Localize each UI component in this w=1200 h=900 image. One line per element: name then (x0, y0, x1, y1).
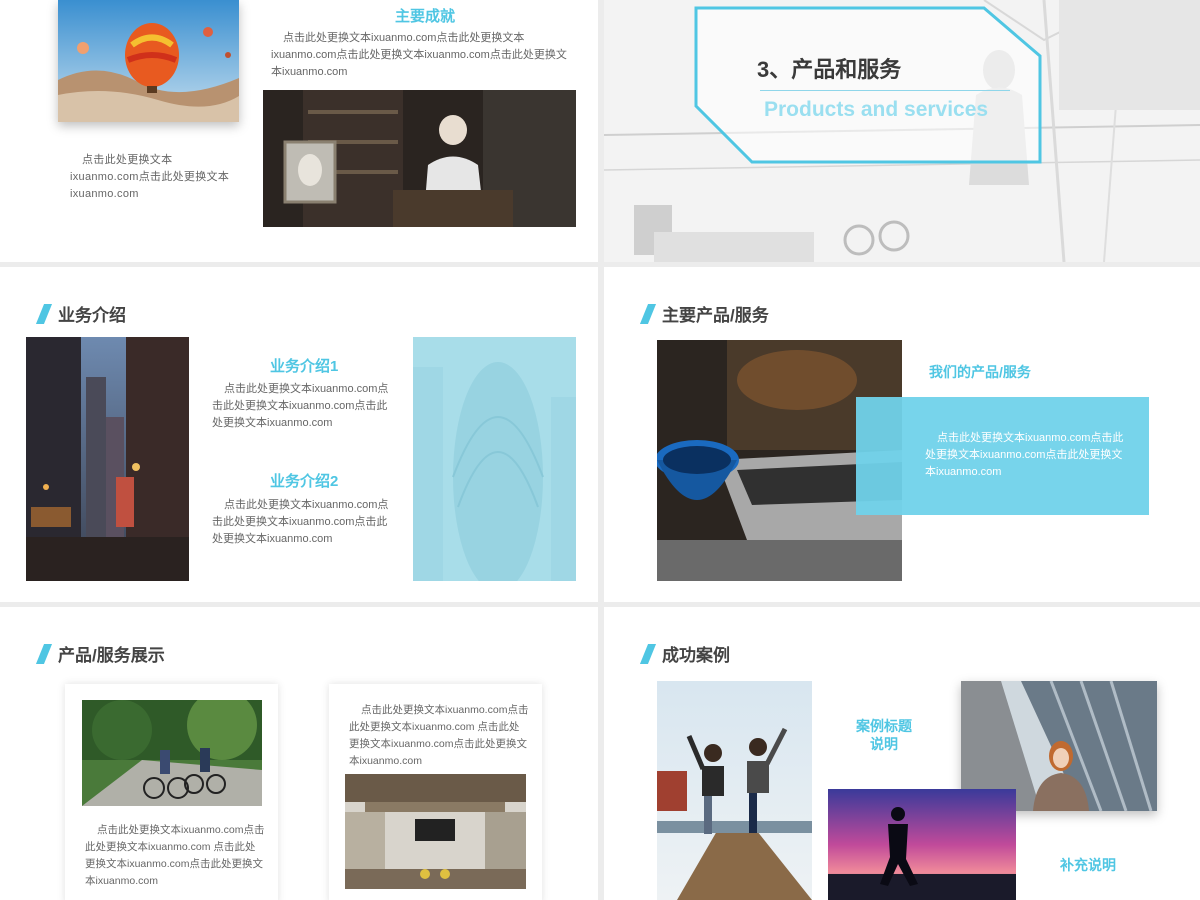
cyclists-photo (82, 700, 262, 806)
showcase-title: 产品/服务展示 (35, 641, 165, 666)
business-item2-title: 业务介绍2 (270, 473, 339, 490)
slide-product-showcase: 产品/服务展示 点击此处更换文本ixuanmo.com点击此处更换文本ixuan… (0, 607, 598, 900)
slide-main-products: 主要产品/服务 我们的产品/服务 点击此处更换文本ixuanmo.com点击此处… (604, 267, 1200, 602)
balloon-photo (58, 0, 239, 122)
section-title-en: Products and services (764, 98, 989, 121)
title-slash-icon (35, 303, 53, 324)
showcase-title-text: 产品/服务展示 (58, 646, 165, 665)
business-intro-title-text: 业务介绍 (58, 306, 126, 325)
case-title: 案例标题 说明 (844, 717, 924, 753)
shop-owner-photo (263, 90, 576, 227)
business-item1-title: 业务介绍1 (270, 358, 339, 375)
cases-title: 成功案例 (639, 641, 730, 666)
showcase-card2-text: 点击此处更换文本ixuanmo.com点击此处更换文本ixuanmo.com 点… (349, 704, 529, 767)
sunset-runner-photo (828, 789, 1016, 900)
showcase-card-1: 点击此处更换文本ixuanmo.com点击此处更换文本ixuanmo.com 点… (65, 684, 278, 900)
main-products-title-text: 主要产品/服务 (662, 306, 769, 325)
cover-frame (694, 6, 1042, 164)
case-title-line2: 说明 (870, 736, 898, 752)
title-slash-icon (639, 643, 657, 664)
product-box-text: 点击此处更换文本ixuanmo.com点击此处更换文本ixuanmo.com点击… (925, 432, 1124, 478)
showcase-card-2: 点击此处更换文本ixuanmo.com点击此处更换文本ixuanmo.com 点… (329, 684, 542, 900)
title-slash-icon (639, 303, 657, 324)
supplement-label: 补充说明 (1060, 857, 1116, 873)
slide-achievements: 主要成就 点击此处更换文本ixuanmo.com点击此处更换文本ixuanmo.… (0, 0, 598, 262)
slide-section-cover: 3、产品和服务 Products and services (604, 0, 1200, 262)
main-products-title: 主要产品/服务 (639, 301, 769, 326)
slide-success-cases: 成功案例 案例标题 说明 补充说明 (604, 607, 1200, 900)
achievements-heading: 主要成就 (395, 8, 456, 25)
our-products-subtitle: 我们的产品/服务 (929, 364, 1031, 380)
jumping-girls-photo (657, 681, 812, 900)
business-item1-text: 点击此处更换文本ixuanmo.com点击此处更换文本ixuanmo.com点击… (212, 383, 389, 429)
business-intro-title: 业务介绍 (35, 301, 126, 326)
city-street-photo (26, 337, 189, 581)
cafe-interior-photo (345, 774, 526, 889)
achievements-text-left: 点击此处更换文本ixuanmo.com点击此处更换文本ixuanmo.com (70, 154, 230, 200)
cases-title-text: 成功案例 (662, 646, 730, 665)
section-title-divider (760, 90, 1010, 91)
achievements-text-right: 点击此处更换文本ixuanmo.com点击此处更换文本ixuanmo.com点击… (271, 32, 567, 78)
slide-business-intro: 业务介绍 业务介绍1 点击此处更换文本ixuanmo.com点击此处更换文本ix… (0, 267, 598, 602)
section-title-cn: 3、产品和服务 (757, 57, 902, 82)
business-item2-text: 点击此处更换文本ixuanmo.com点击此处更换文本ixuanmo.com点击… (212, 499, 389, 545)
glass-building-photo (413, 337, 576, 581)
showcase-card1-text: 点击此处更换文本ixuanmo.com点击此处更换文本ixuanmo.com 点… (85, 824, 265, 887)
case-title-line1: 案例标题 (856, 718, 912, 734)
title-slash-icon (35, 643, 53, 664)
